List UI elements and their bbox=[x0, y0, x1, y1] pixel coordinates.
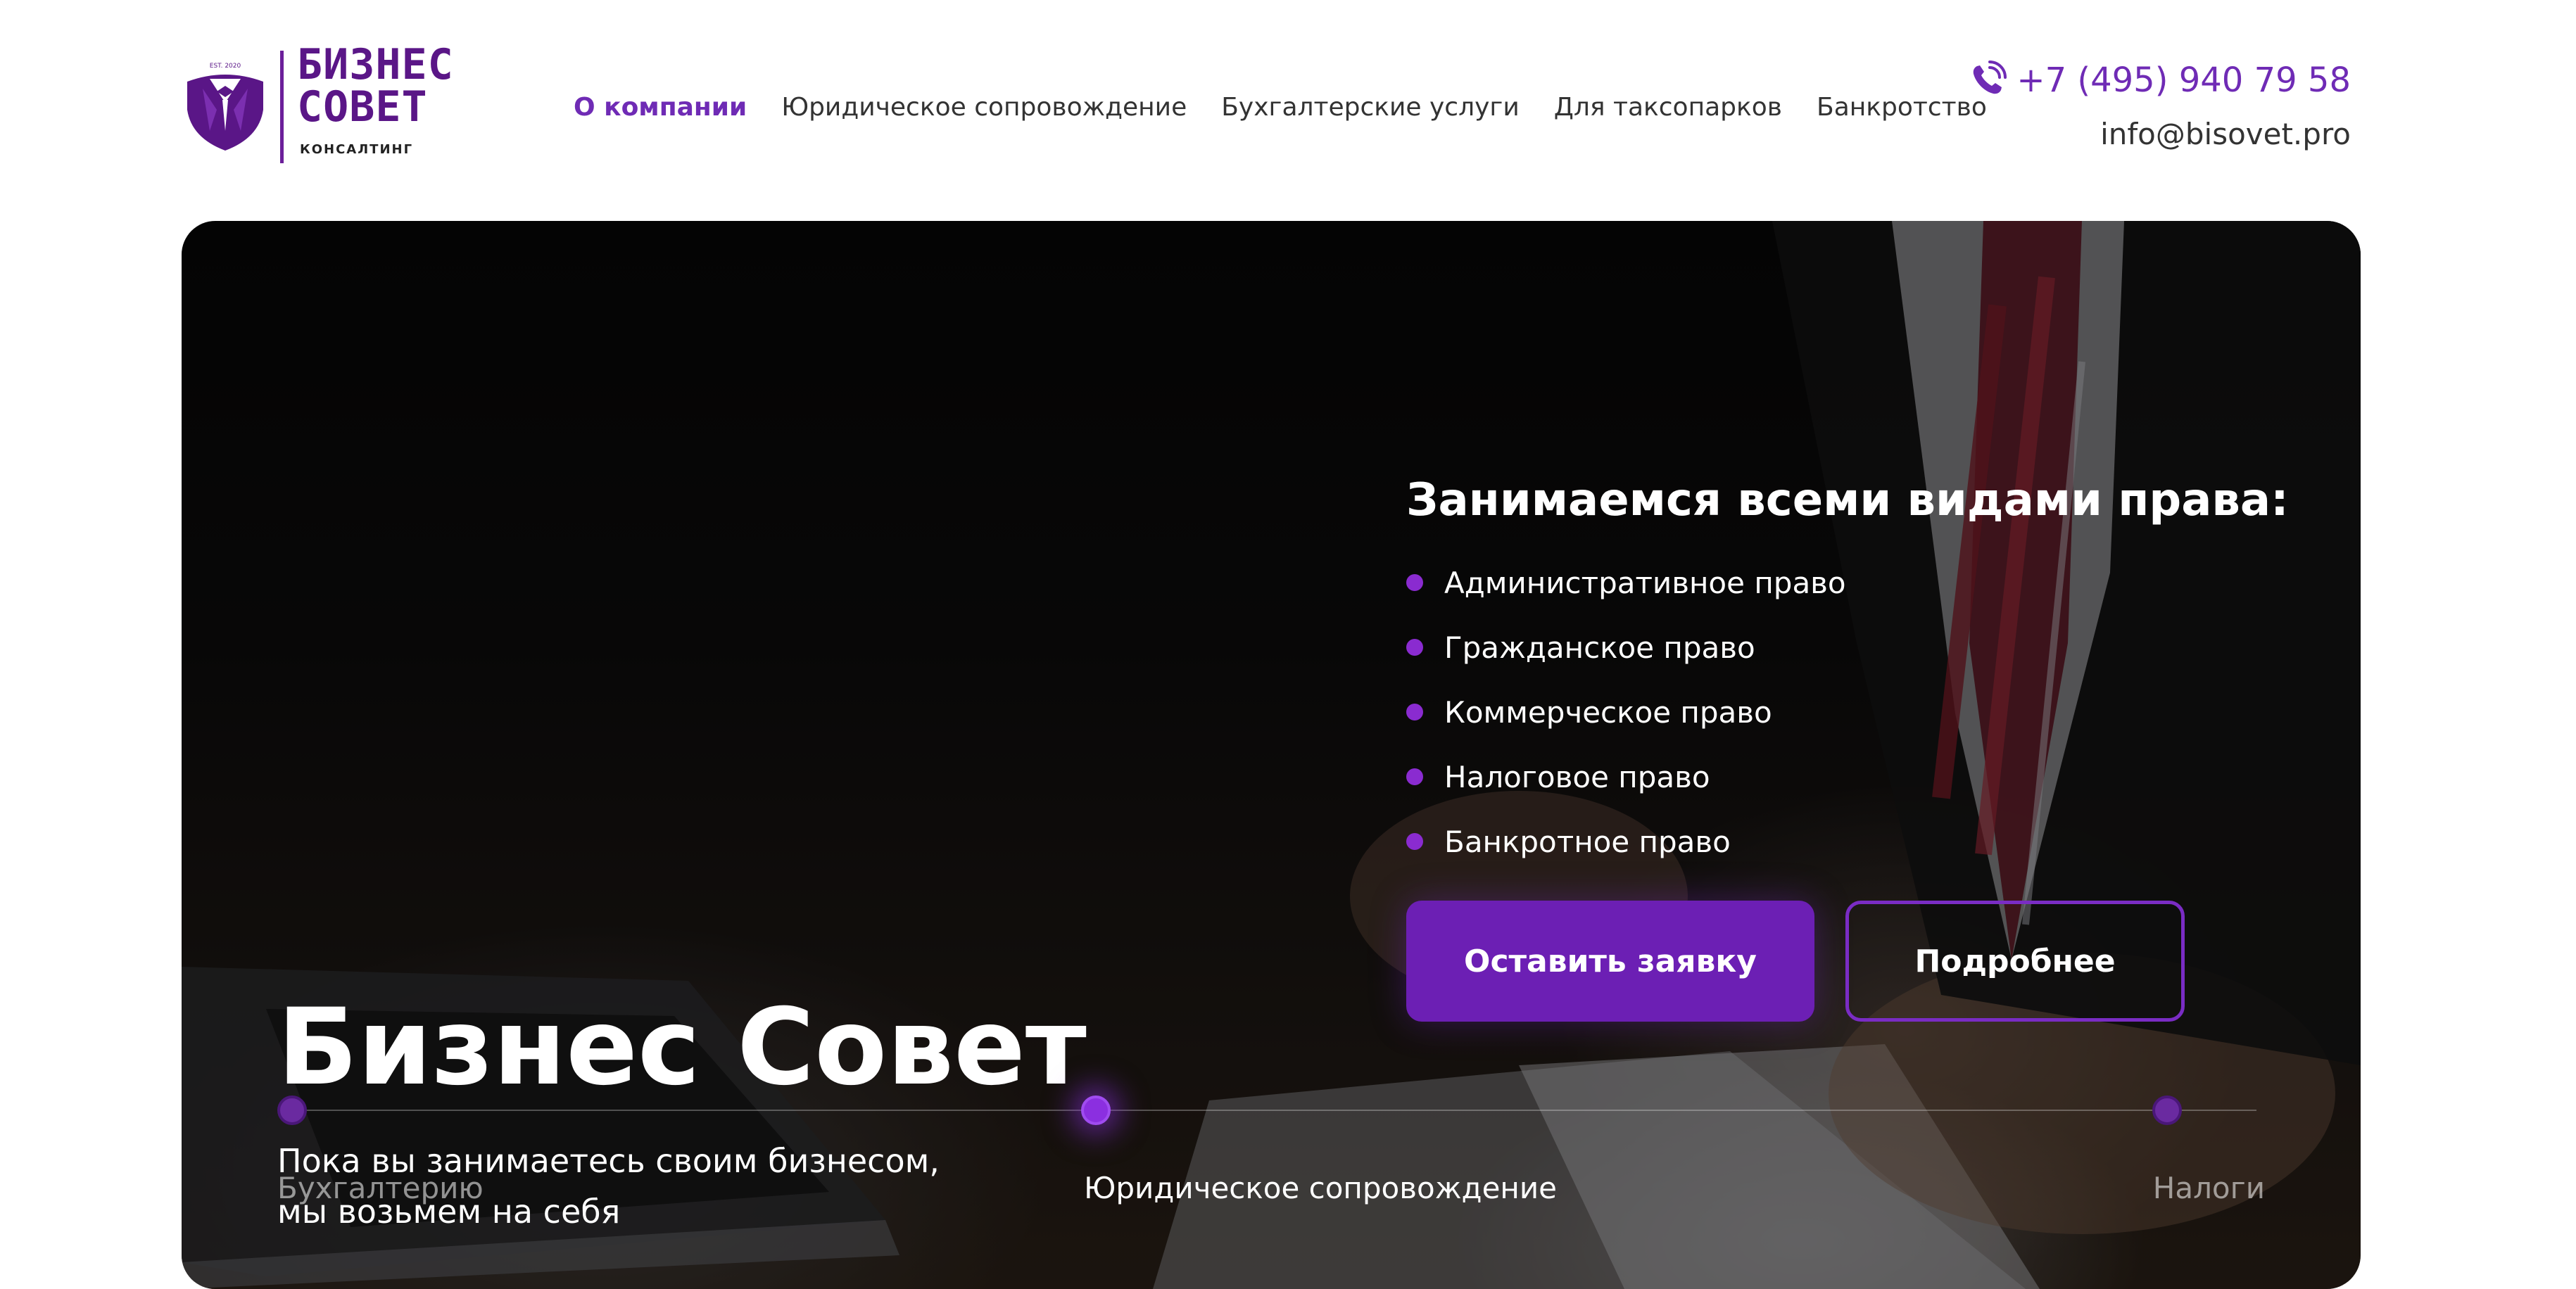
more-info-button[interactable]: Подробнее bbox=[1845, 901, 2185, 1022]
timeline-track bbox=[293, 1110, 2256, 1111]
services-list: Административное право Гражданское право… bbox=[1406, 550, 2289, 874]
service-item: Коммерческое право bbox=[1406, 680, 2289, 744]
contacts: +7 (495) 940 79 58 info@bisovet.pro bbox=[1967, 61, 2351, 151]
hero-banner: Бизнес Совет Пока вы занимаетесь своим б… bbox=[182, 221, 2361, 1289]
email-link[interactable]: info@bisovet.pro bbox=[1967, 117, 2351, 151]
service-item: Банкротное право bbox=[1406, 809, 2289, 874]
service-item: Налоговое право bbox=[1406, 744, 2289, 809]
tuxedo-shield-icon: EST. 2020 bbox=[187, 63, 263, 151]
site-header: EST. 2020 БИЗНЕС СОВЕТ КОНСАЛТИНГ О комп… bbox=[0, 0, 2576, 218]
main-nav: О компании Юридическое сопровождение Бух… bbox=[574, 93, 2021, 122]
nav-item-legal[interactable]: Юридическое сопровождение bbox=[781, 93, 1187, 122]
services-block: Занимаемся всеми видами права: Администр… bbox=[1406, 474, 2289, 874]
submit-request-button[interactable]: Оставить заявку bbox=[1406, 901, 1814, 1022]
logo[interactable]: EST. 2020 БИЗНЕС СОВЕТ КОНСАЛТИНГ bbox=[182, 44, 491, 163]
service-item: Административное право bbox=[1406, 550, 2289, 615]
bullet-icon bbox=[1406, 639, 1423, 656]
service-item: Гражданское право bbox=[1406, 615, 2289, 680]
logo-title: БИЗНЕС СОВЕТ bbox=[297, 40, 454, 132]
nav-item-about[interactable]: О компании bbox=[574, 93, 747, 122]
nav-item-bankruptcy[interactable]: Банкротство bbox=[1817, 93, 1987, 122]
hero-title: Бизнес Совет bbox=[277, 986, 1087, 1109]
phone-icon bbox=[1974, 61, 2007, 94]
timeline-label-accounting[interactable]: Бухгалтерию bbox=[277, 1171, 484, 1205]
bullet-icon bbox=[1406, 768, 1423, 785]
logo-subtitle: КОНСАЛТИНГ bbox=[300, 142, 414, 157]
logo-est: EST. 2020 bbox=[210, 63, 241, 70]
timeline-label-legal[interactable]: Юридическое сопровождение bbox=[1084, 1171, 1557, 1205]
phone-number[interactable]: +7 (495) 940 79 58 bbox=[2016, 61, 2351, 100]
nav-item-taxi[interactable]: Для таксопарков bbox=[1554, 93, 1782, 122]
timeline-label-taxes[interactable]: Налоги bbox=[2153, 1171, 2265, 1205]
phone-row[interactable]: +7 (495) 940 79 58 bbox=[1967, 61, 2351, 100]
bullet-icon bbox=[1406, 574, 1423, 591]
timeline-dot-taxes[interactable] bbox=[2152, 1096, 2182, 1125]
bullet-icon bbox=[1406, 704, 1423, 720]
bullet-icon bbox=[1406, 833, 1423, 850]
logo-divider bbox=[280, 51, 284, 163]
services-title: Занимаемся всеми видами права: bbox=[1406, 474, 2289, 526]
timeline-dot-legal[interactable] bbox=[1081, 1096, 1111, 1125]
nav-item-accounting[interactable]: Бухгалтерские услуги bbox=[1221, 93, 1520, 122]
timeline-dot-accounting[interactable] bbox=[277, 1096, 307, 1125]
